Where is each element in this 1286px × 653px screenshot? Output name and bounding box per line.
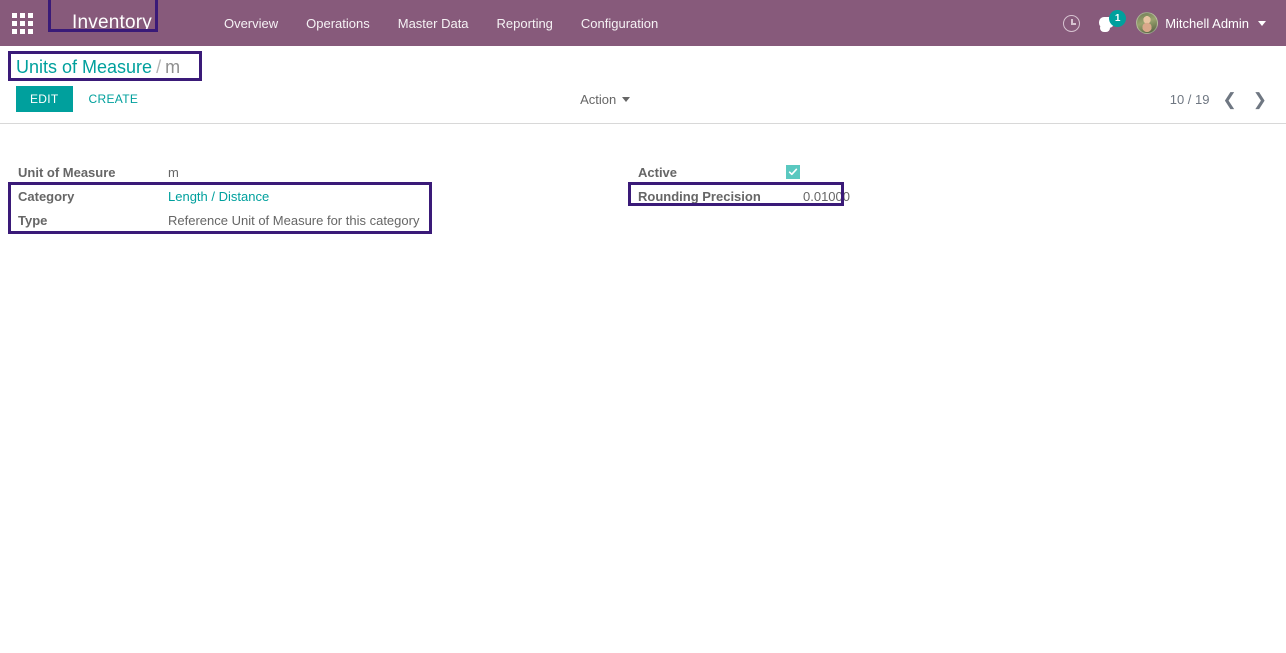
breadcrumb: Units of Measure / m: [16, 57, 180, 78]
form-group-left: Unit of Measure m Category Length / Dist…: [8, 160, 638, 234]
field-label-active: Active: [638, 164, 678, 180]
field-label-type: Type: [18, 212, 48, 228]
field-value-unit-of-measure: m: [168, 164, 179, 180]
user-name-label: Mitchell Admin: [1165, 15, 1249, 31]
field-label-category: Category: [18, 188, 75, 204]
pager-count: 10 / 19: [1169, 91, 1210, 107]
chevron-right-icon[interactable]: ❯: [1250, 91, 1270, 108]
menu-item-configuration[interactable]: Configuration: [567, 10, 672, 37]
breadcrumb-separator: /: [156, 57, 162, 77]
form-sheet: Unit of Measure m Category Length / Dist…: [0, 124, 1286, 234]
clock-icon[interactable]: [1054, 0, 1088, 46]
field-value-type: Reference Unit of Measure for this categ…: [168, 212, 420, 228]
chevron-down-icon: [1258, 20, 1266, 26]
user-menu[interactable]: Mitchell Admin: [1128, 12, 1270, 34]
field-value-category-link[interactable]: Length / Distance: [168, 189, 269, 204]
field-active: Active: [638, 160, 1258, 184]
control-panel: Units of Measure / m EDIT CREATE Action 10…: [0, 46, 1286, 124]
apps-grid-icon[interactable]: [0, 0, 44, 46]
breadcrumb-current: m: [165, 57, 181, 77]
edit-button[interactable]: EDIT: [16, 86, 73, 112]
main-menu: Overview Operations Master Data Reportin…: [210, 10, 672, 37]
field-label-rounding-precision: Rounding Precision: [638, 188, 761, 204]
messages-icon[interactable]: 1: [1088, 0, 1128, 46]
form-group-right: Active Rounding Precision 0.01000: [628, 160, 1258, 232]
action-dropdown[interactable]: Action: [580, 91, 631, 107]
field-type: Type Reference Unit of Measure for this …: [18, 208, 638, 232]
field-label-unit-of-measure: Unit of Measure: [18, 164, 116, 180]
check-icon: [788, 168, 798, 176]
field-category: Category Length / Distance: [18, 184, 638, 208]
messages-count-badge: 1: [1109, 10, 1127, 27]
menu-item-overview[interactable]: Overview: [210, 10, 292, 37]
menu-item-operations[interactable]: Operations: [292, 10, 384, 37]
active-checkbox[interactable]: [786, 165, 800, 179]
caret-down-icon: [622, 96, 631, 102]
chevron-left-icon[interactable]: ❮: [1220, 91, 1240, 108]
avatar: [1136, 12, 1159, 34]
brand-wrapper: Inventory: [48, 0, 164, 36]
breadcrumb-wrapper: Units of Measure / m: [0, 46, 202, 81]
field-unit-of-measure: Unit of Measure m: [18, 160, 638, 184]
field-value-rounding-precision: 0.01000: [803, 188, 850, 204]
menu-item-reporting[interactable]: Reporting: [483, 10, 567, 37]
form-groups-row: Unit of Measure m Category Length / Dist…: [0, 160, 1286, 234]
control-panel-buttons-row: EDIT CREATE Action 10 / 19 ❮ ❯: [0, 86, 1286, 112]
navbar-right-area: 1 Mitchell Admin: [1054, 0, 1276, 46]
breadcrumb-parent-link[interactable]: Units of Measure: [16, 57, 152, 77]
app-brand-inventory[interactable]: Inventory: [60, 10, 164, 36]
create-button[interactable]: CREATE: [77, 86, 151, 112]
menu-item-master-data[interactable]: Master Data: [384, 10, 483, 37]
top-navbar: Inventory Overview Operations Master Dat…: [0, 0, 1286, 46]
field-rounding-precision: Rounding Precision 0.01000: [638, 184, 1258, 208]
pager: 10 / 19 ❮ ❯: [1170, 91, 1270, 108]
action-dropdown-label: Action: [580, 91, 617, 107]
